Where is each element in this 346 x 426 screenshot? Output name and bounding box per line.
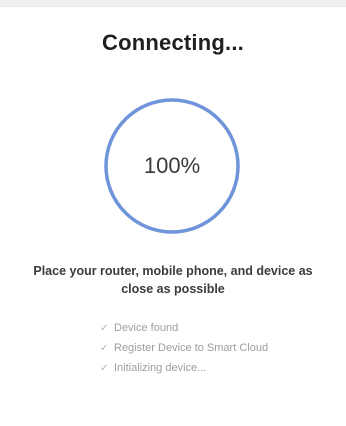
progress-percentage: 100%: [143, 153, 201, 178]
step-label: Initializing device...: [114, 362, 207, 374]
step-initializing-device: ✓ Initializing device...: [100, 358, 268, 378]
top-divider: [0, 0, 346, 7]
check-icon: ✓: [100, 342, 109, 354]
step-register-device: ✓ Register Device to Smart Cloud: [100, 338, 268, 358]
check-icon: ✓: [100, 362, 109, 374]
check-icon: ✓: [100, 322, 109, 334]
step-label: Device found: [114, 322, 179, 334]
connection-steps-list: ✓ Device found ✓ Register Device to Smar…: [100, 318, 268, 378]
step-label: Register Device to Smart Cloud: [114, 342, 269, 354]
placement-instruction: Place your router, mobile phone, and dev…: [33, 264, 313, 296]
page-title: Connecting...: [102, 30, 244, 55]
progress-ring: 100%: [102, 96, 242, 236]
step-device-found: ✓ Device found: [100, 318, 268, 338]
